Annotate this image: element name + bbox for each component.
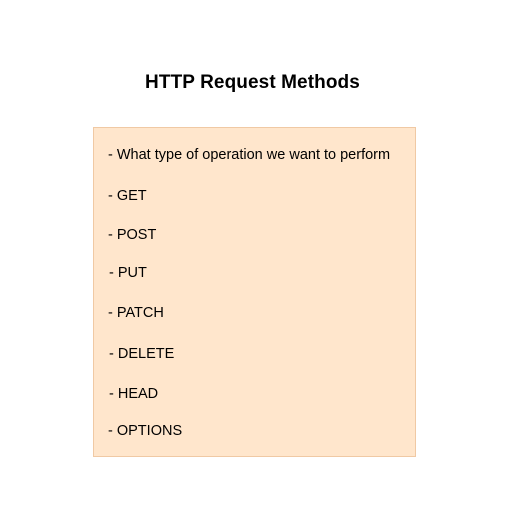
methods-box: - What type of operation we want to perf…: [93, 127, 416, 457]
list-item-post: - POST: [108, 227, 157, 243]
list-item-delete: - DELETE: [109, 346, 175, 362]
list-item-patch: - PATCH: [108, 305, 164, 321]
diagram-title: HTTP Request Methods: [145, 72, 360, 93]
list-item-get: - GET: [108, 188, 147, 204]
list-item-put: - PUT: [109, 265, 147, 281]
list-item-head: - HEAD: [109, 386, 159, 402]
list-item-options: - OPTIONS: [108, 423, 183, 439]
list-item-description: - What type of operation we want to perf…: [108, 147, 391, 163]
